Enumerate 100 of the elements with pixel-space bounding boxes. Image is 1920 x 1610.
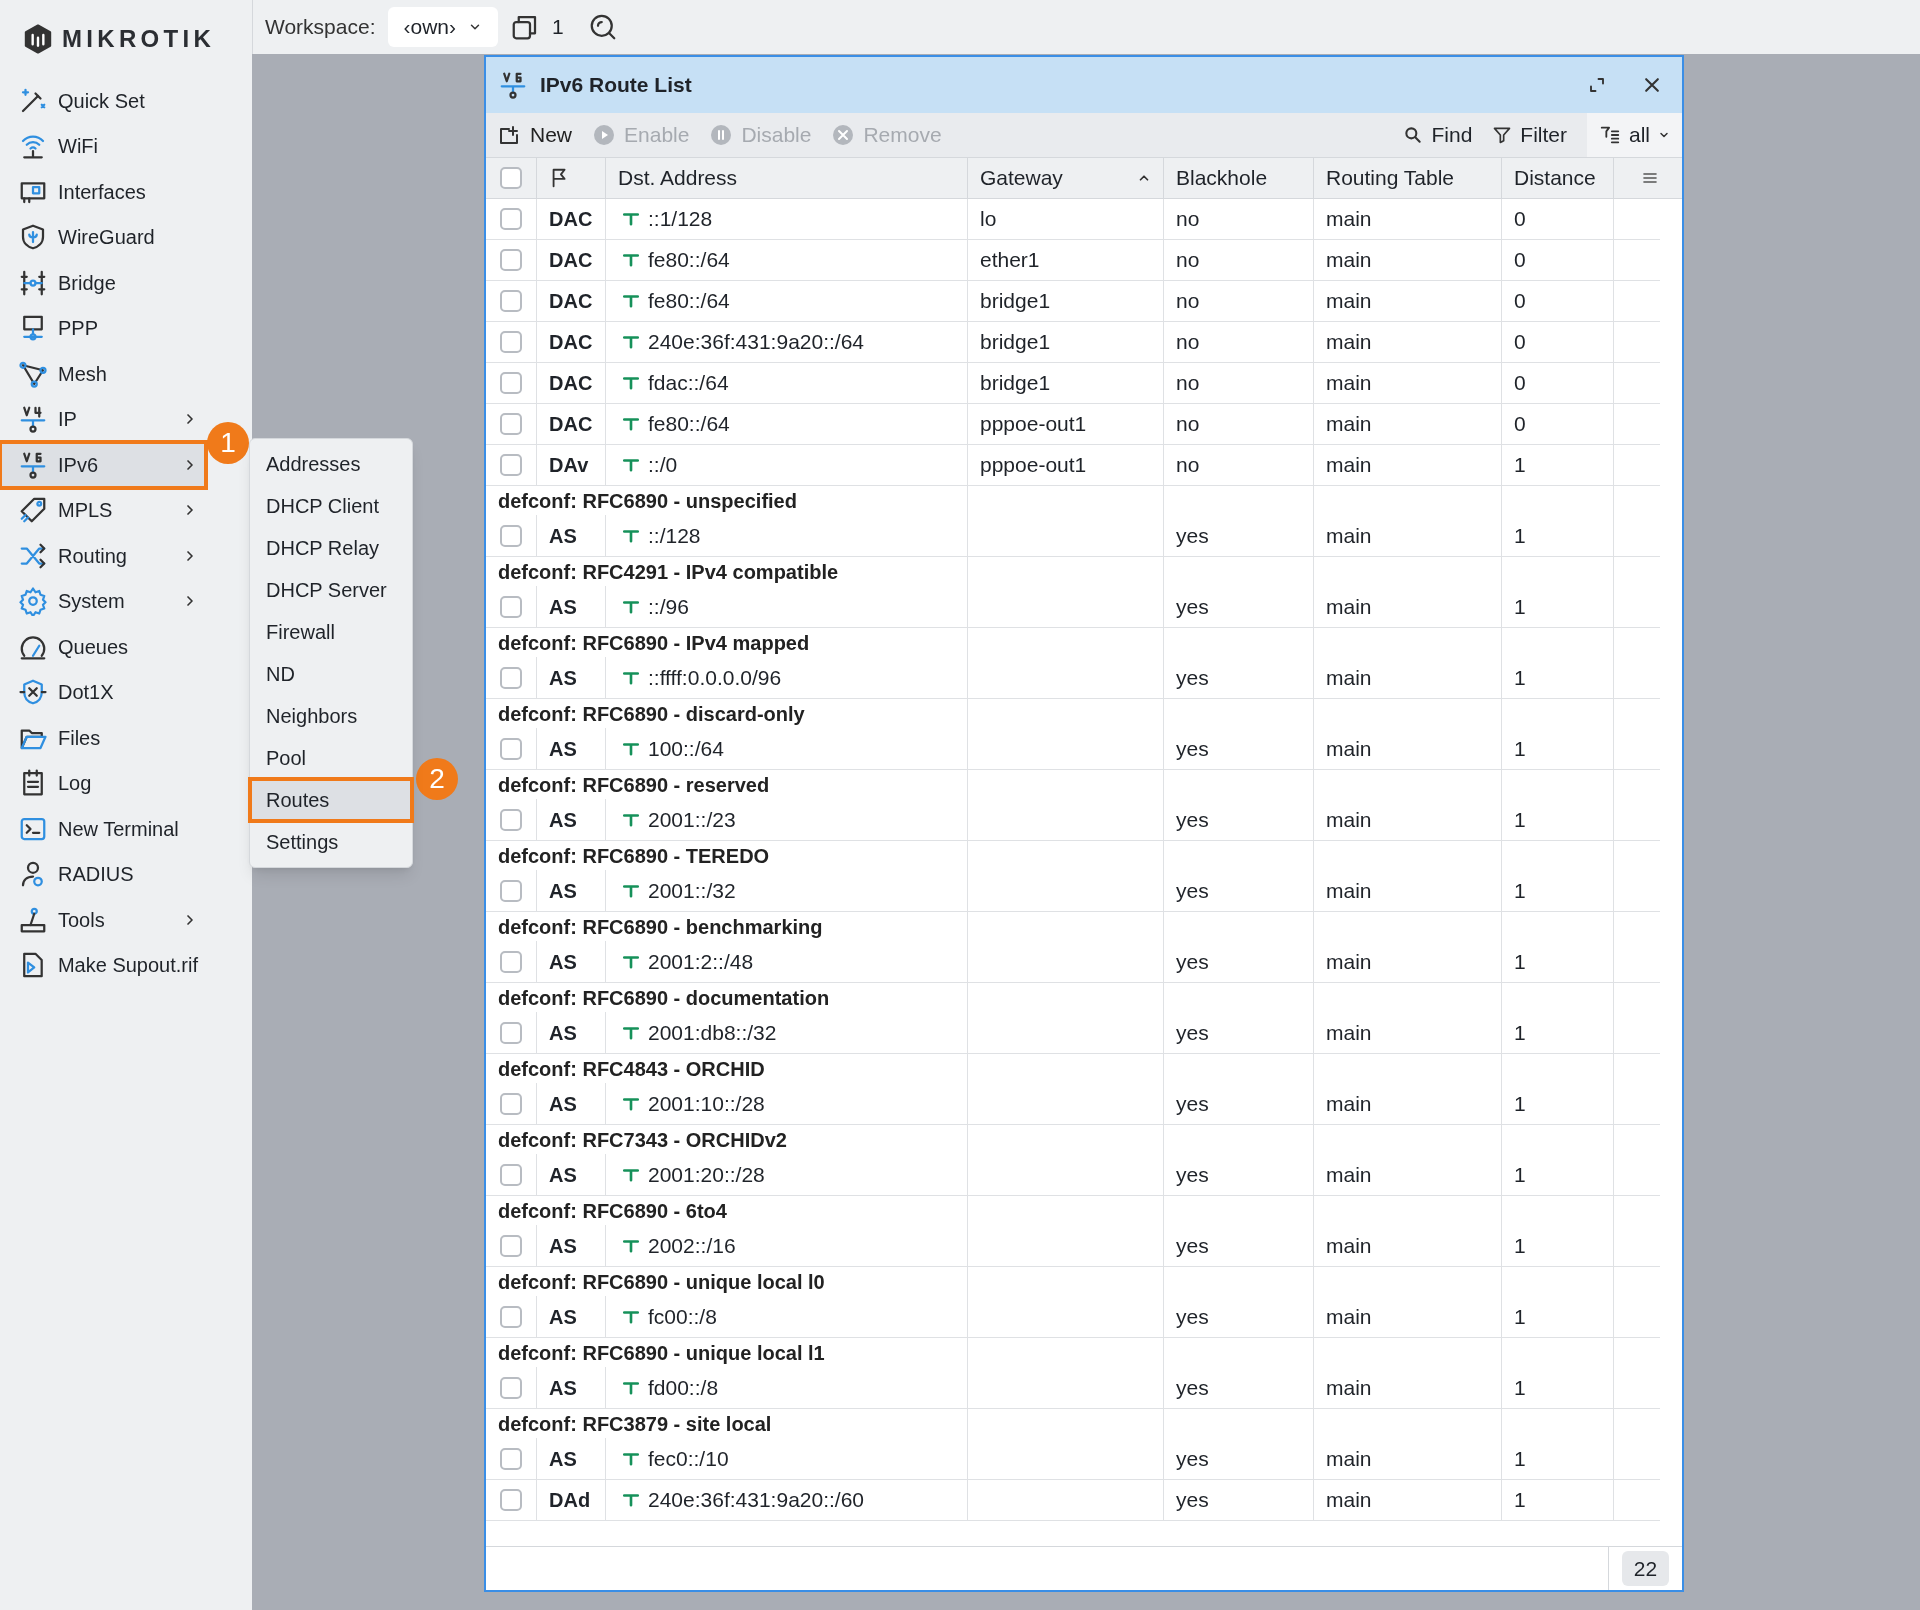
submenu-item[interactable]: Neighbors (250, 695, 412, 737)
route-flags: DAC (549, 207, 593, 232)
sidebar-item[interactable]: Make Supout.rif (0, 942, 206, 988)
sidebar-label: Queues (58, 634, 130, 660)
view-dropdown[interactable]: all (1587, 113, 1682, 157)
table-cell-text: 1 (1514, 1445, 1526, 1472)
submenu-item[interactable]: Pool (250, 737, 412, 779)
table-cell-text: 1 (1514, 1232, 1526, 1259)
sidebar-item[interactable]: Mesh (0, 351, 206, 397)
sidebar-label: PPP (58, 316, 100, 342)
table-cell-text: 240e:36f:431:9a20::/60 (648, 1487, 865, 1514)
submenu-item[interactable]: DHCP Client (250, 485, 412, 527)
table-cell-text: fe80::/64 (648, 247, 730, 274)
table-cell-text: 1 (1514, 1090, 1526, 1117)
route-flags: DAC (549, 412, 593, 437)
sidebar-item[interactable]: IPv6 (0, 442, 206, 488)
brand-logo: MIKROTIK (62, 24, 216, 54)
column-header[interactable]: Routing Table (1314, 158, 1502, 198)
sidebar-label: Mesh (58, 361, 108, 387)
column-header[interactable]: Gateway (968, 158, 1164, 198)
sidebar-label: Log (58, 771, 93, 797)
column-header[interactable]: Dst. Address (606, 158, 968, 198)
sidebar-item[interactable]: Files (0, 715, 206, 761)
column-header[interactable]: Distance (1502, 158, 1614, 198)
sidebar-item[interactable]: Interfaces (0, 169, 206, 215)
column-header[interactable]: Blackhole (1164, 158, 1314, 198)
sidebar-label: System (58, 589, 126, 615)
table-cell-text: 0 (1514, 247, 1526, 274)
sidebar-item[interactable]: Queues (0, 624, 206, 670)
sidebar-label: IP (58, 407, 78, 433)
sidebar-item[interactable]: Routing (0, 533, 206, 579)
route-flags: AS (549, 878, 577, 904)
table-cell-text: 2001:20::/28 (648, 1161, 765, 1188)
submenu-item[interactable]: DHCP Server (250, 569, 412, 611)
table-cell-text: 1 (1514, 452, 1526, 479)
table-cell-text: 0 (1514, 329, 1526, 356)
table-cell-text: main (1326, 288, 1372, 315)
sidebar-item[interactable]: Dot1X (0, 669, 206, 715)
table-cell-text: 1 (1514, 1019, 1526, 1046)
route-flags: AS (549, 1091, 577, 1117)
table-cell-text: main (1326, 1232, 1372, 1259)
column-label: Routing Table (1326, 165, 1455, 192)
table-cell-text: yes (1176, 877, 1209, 904)
column-label: Distance (1514, 165, 1596, 192)
table-cell-text: main (1326, 806, 1372, 833)
table-cell-text: 1 (1514, 1374, 1526, 1401)
table-cell-text: fdac::/64 (648, 370, 729, 397)
route-flags: AS (549, 1446, 577, 1472)
workspace-dropdown[interactable]: ‹own› (387, 7, 498, 47)
submenu-item[interactable]: Addresses (250, 443, 412, 485)
submenu-item[interactable]: DHCP Relay (250, 527, 412, 569)
route-comment: defconf: RFC6890 - unique local l1 (498, 1341, 825, 1366)
table-cell-text: yes (1176, 806, 1209, 833)
sidebar-label: Interfaces (58, 179, 147, 205)
sidebar-label: Files (58, 725, 102, 751)
route-flags: DAv (549, 453, 589, 478)
table-cell-text: yes (1176, 1487, 1209, 1514)
table-cell-text: no (1176, 288, 1200, 315)
route-comment: defconf: RFC4843 - ORCHID (498, 1057, 765, 1082)
sidebar-item[interactable]: MPLS (0, 487, 206, 533)
submenu-item[interactable]: Settings (250, 821, 412, 863)
sidebar-item[interactable]: WiFi (0, 123, 206, 169)
sidebar-item[interactable]: IP (0, 396, 206, 442)
step-badge: 2 (416, 758, 458, 800)
toolbar-button[interactable]: New (498, 119, 572, 151)
table-cell-text: yes (1176, 664, 1209, 691)
table-cell-text: 2001::/23 (648, 806, 736, 833)
sidebar-label: MPLS (58, 498, 114, 524)
route-comment: defconf: RFC6890 - unique local l0 (498, 1270, 825, 1295)
table-cell-text: yes (1176, 1161, 1209, 1188)
sidebar-item[interactable]: Tools (0, 897, 206, 943)
windows-button[interactable]: 1 (510, 11, 564, 43)
filter-button[interactable]: Filter (1492, 119, 1567, 151)
table-cell-text: main (1326, 1090, 1372, 1117)
sidebar-item[interactable]: Log (0, 760, 206, 806)
table-cell-text: main (1326, 206, 1372, 233)
sidebar-item[interactable]: RADIUS (0, 851, 206, 897)
find-button[interactable]: Find (1403, 119, 1473, 151)
route-comment: defconf: RFC6890 - TEREDO (498, 844, 770, 869)
table-cell-text: main (1326, 370, 1372, 397)
route-flags: AS (549, 1304, 577, 1330)
sidebar-item[interactable]: PPP (0, 305, 206, 351)
sidebar-item[interactable]: System (0, 578, 206, 624)
submenu-item[interactable]: ND (250, 653, 412, 695)
table-cell-text: 1 (1514, 522, 1526, 549)
sidebar-item[interactable]: New Terminal (0, 806, 206, 852)
sidebar-item[interactable]: Quick Set (0, 78, 206, 124)
table-cell-text: yes (1176, 1019, 1209, 1046)
table-cell-text: yes (1176, 522, 1209, 549)
table-cell-text: 1 (1514, 593, 1526, 620)
table-cell-text: fc00::/8 (648, 1303, 717, 1330)
table-cell-text: ::ffff:0.0.0.0/96 (648, 664, 782, 691)
sidebar-item[interactable]: WireGuard (0, 214, 206, 260)
table-cell-text: pppoe-out1 (980, 411, 1087, 438)
sidebar-item[interactable]: Bridge (0, 260, 206, 306)
table-cell-text: main (1326, 1303, 1372, 1330)
table-cell-text: 1 (1514, 1487, 1526, 1514)
submenu-item[interactable]: Routes (250, 779, 412, 821)
sidebar-label: New Terminal (58, 816, 180, 842)
submenu-item[interactable]: Firewall (250, 611, 412, 653)
